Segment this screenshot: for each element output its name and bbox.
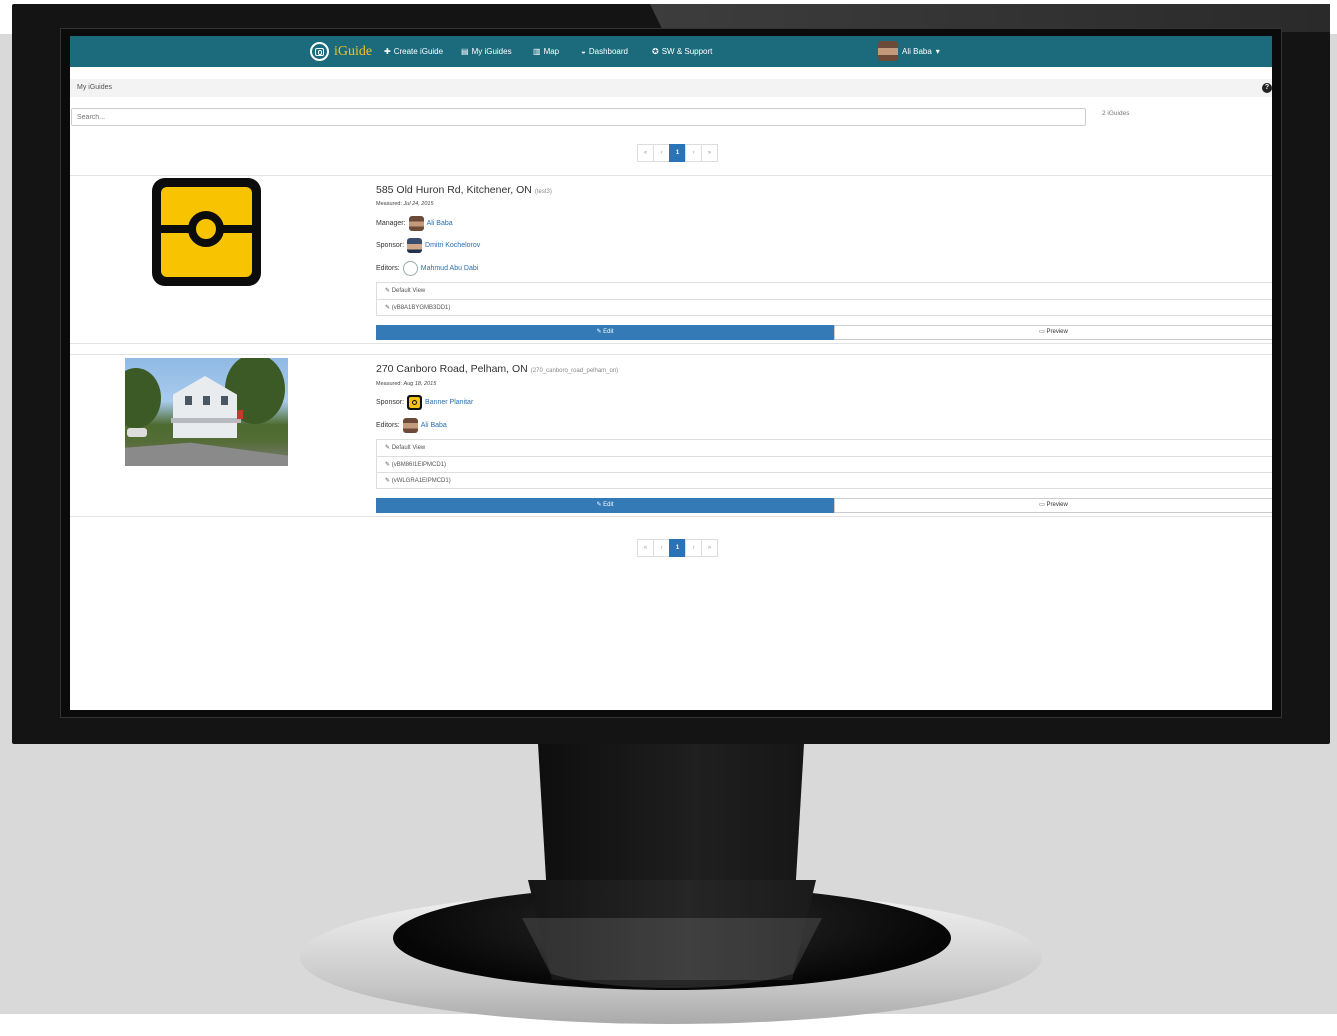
- avatar: [878, 41, 898, 61]
- nav-label: My iGuides: [471, 47, 512, 56]
- page-next-button[interactable]: ›: [685, 144, 702, 162]
- avatar: [402, 418, 418, 433]
- page-first-button[interactable]: «: [637, 144, 654, 162]
- view-item[interactable]: ✎ Default View: [377, 440, 1272, 456]
- view-item[interactable]: ✎ (vBM86I1EIPMCD1): [377, 456, 1272, 472]
- search-input[interactable]: [71, 108, 1086, 126]
- iguide-slug: (test3): [534, 189, 552, 195]
- brand-name: iGuide: [334, 43, 373, 59]
- avatar: [407, 238, 423, 253]
- breadcrumb: My iGuides ?: [70, 79, 1272, 97]
- nav-label: SW & Support: [661, 47, 713, 56]
- avatar: [402, 261, 418, 276]
- nav-create-iguide[interactable]: ✚ Create iGuide: [384, 46, 443, 57]
- view-item[interactable]: ✎ (vWLGRA1EIPMCD1): [377, 472, 1272, 488]
- page-current-button[interactable]: 1: [669, 144, 686, 162]
- sponsor-link[interactable]: Banner Planitar: [425, 399, 473, 406]
- nav-dashboard[interactable]: ◒ Dashboard: [581, 46, 628, 57]
- view-list: ✎ Default View ✎ (vB8A1BYGMB3DD1): [376, 282, 1272, 316]
- sponsor-row: Sponsor: Dmitri Kochelorov: [376, 238, 480, 253]
- iguide-logo-icon: [310, 42, 329, 61]
- editor-link[interactable]: Ali Baba: [421, 422, 447, 429]
- brand[interactable]: iGuide: [310, 41, 372, 62]
- editors-label: Editors:: [376, 265, 400, 272]
- property-photo[interactable]: [125, 358, 288, 466]
- preview-button[interactable]: ▭ Preview: [834, 498, 1272, 513]
- avatar: [408, 216, 424, 231]
- edit-button[interactable]: ✎ Edit: [376, 498, 834, 513]
- measured-date: Measured: Jul 24, 2015: [376, 201, 434, 207]
- user-name: Ali Baba: [902, 46, 932, 56]
- page-current-button[interactable]: 1: [669, 539, 686, 557]
- sponsor-label: Sponsor:: [376, 242, 405, 249]
- map-icon: ▥: [533, 47, 541, 56]
- iguide-title[interactable]: 585 Old Huron Rd, Kitchener, ON (test3): [376, 184, 552, 196]
- iguide-logo-icon: [407, 395, 423, 410]
- support-icon: ✪: [652, 47, 659, 56]
- editors-label: Editors:: [376, 422, 400, 429]
- page-last-button[interactable]: »: [701, 539, 718, 557]
- measured-date: Measured: Aug 18, 2015: [376, 381, 437, 387]
- nav-label: Dashboard: [588, 47, 628, 56]
- dashboard-icon: ◒: [581, 47, 586, 56]
- page-next-button[interactable]: ›: [685, 539, 702, 557]
- user-menu[interactable]: Ali Baba ▾: [878, 40, 940, 62]
- manager-label: Manager:: [376, 220, 406, 227]
- nav-label: Map: [543, 47, 560, 56]
- divider: [70, 516, 1272, 517]
- top-navbar: iGuide ✚ Create iGuide ▤ My iGuides ▥ Ma…: [70, 36, 1272, 67]
- pagination-bottom: « ‹ 1 › »: [637, 539, 718, 557]
- view-item[interactable]: ✎ (vB8A1BYGMB3DD1): [377, 299, 1272, 315]
- result-count: 2 iGuides: [1102, 110, 1130, 117]
- nav-label: Create iGuide: [393, 47, 444, 56]
- iguide-thumbnail[interactable]: [152, 178, 261, 286]
- divider: [70, 343, 1272, 344]
- sponsor-link[interactable]: Dmitri Kochelorov: [425, 242, 480, 249]
- divider: [70, 175, 1272, 176]
- iguide-title[interactable]: 270 Canboro Road, Pelham, ON (270_canboro…: [376, 363, 618, 375]
- pagination-top: « ‹ 1 › »: [637, 144, 718, 162]
- nav-sw-support[interactable]: ✪ SW & Support: [652, 46, 712, 57]
- sponsor-row: Sponsor: Banner Planitar: [376, 395, 473, 410]
- editors-row: Editors: Mahmud Abu Dabi: [376, 261, 478, 276]
- page-first-button[interactable]: «: [637, 539, 654, 557]
- view-item[interactable]: ✎ Default View: [377, 283, 1272, 299]
- edit-button[interactable]: ✎ Edit: [376, 325, 834, 340]
- view-list: ✎ Default View ✎ (vBM86I1EIPMCD1) ✎ (vWL…: [376, 439, 1272, 489]
- editor-link[interactable]: Mahmud Abu Dabi: [421, 265, 479, 272]
- screen: iGuide ✚ Create iGuide ▤ My iGuides ▥ Ma…: [70, 36, 1272, 710]
- nav-map[interactable]: ▥ Map: [533, 46, 559, 57]
- sponsor-label: Sponsor:: [376, 399, 405, 406]
- caret-down-icon: ▾: [935, 46, 940, 56]
- page-prev-button[interactable]: ‹: [653, 539, 670, 557]
- list-icon: ▤: [461, 47, 469, 56]
- manager-link[interactable]: Ali Baba: [427, 220, 453, 227]
- help-icon[interactable]: ?: [1262, 83, 1272, 93]
- editors-row: Editors: Ali Baba: [376, 418, 447, 433]
- page-title: My iGuides: [77, 84, 113, 91]
- preview-button[interactable]: ▭ Preview: [834, 325, 1272, 340]
- manager-row: Manager: Ali Baba: [376, 216, 453, 231]
- monitor-base-reflection: [522, 918, 822, 988]
- iguide-slug: (270_canboro_road_pelham_on): [530, 368, 619, 374]
- plus-icon: ✚: [384, 47, 391, 56]
- nav-my-iguides[interactable]: ▤ My iGuides: [461, 46, 512, 57]
- divider: [70, 354, 1272, 355]
- page-last-button[interactable]: »: [701, 144, 718, 162]
- page-prev-button[interactable]: ‹: [653, 144, 670, 162]
